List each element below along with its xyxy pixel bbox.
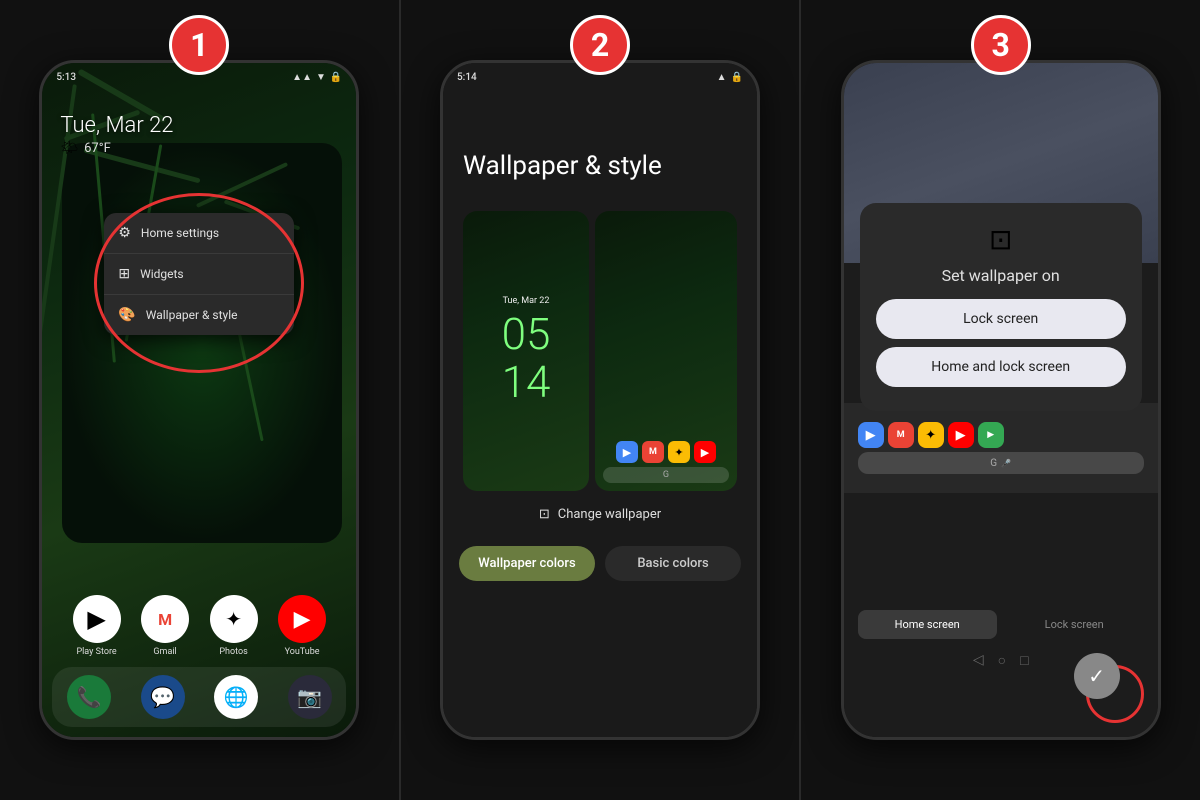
dock-chrome[interactable]: 🌐 — [214, 675, 258, 719]
mini-icon-3: ✦ — [668, 441, 690, 463]
tab-home-screen[interactable]: Home screen — [858, 610, 997, 639]
change-wallpaper-icon: ⊡ — [539, 507, 550, 522]
settings-icon: ⚙ — [118, 225, 131, 241]
dock-phone[interactable]: 📞 — [67, 675, 111, 719]
context-item-widgets[interactable]: ⊞ Widgets — [104, 254, 294, 295]
dialog-home-lock-btn[interactable]: Home and lock screen — [876, 347, 1126, 387]
app-youtube[interactable]: ▶ YouTube — [278, 595, 326, 657]
wallpaper-icon: 🎨 — [118, 307, 135, 323]
app-gmail-label: Gmail — [153, 647, 176, 657]
wallpaper-tabs: Wallpaper colors Basic colors — [443, 538, 757, 589]
preview-strip-content: ▶ M ✦ ▶ ▶ G 🎤 — [858, 422, 1144, 474]
phone1-background: 5:13 ▲▲ ▼ 🔒 Tue, Mar 22 🌤 67°F — [42, 63, 356, 737]
signal-icon: ▲▲ — [292, 72, 312, 83]
app-playstore[interactable]: ▶ Play Store — [73, 595, 121, 657]
nav-back[interactable]: ◁ — [973, 652, 984, 669]
context-home-settings-label: Home settings — [141, 226, 219, 240]
change-wallpaper-label: Change wallpaper — [558, 507, 661, 522]
step-badge-3: 3 — [971, 15, 1031, 75]
wallpaper-preview-home[interactable]: ▶ M ✦ ▶ G — [595, 211, 737, 491]
tab-lock-screen[interactable]: Lock screen — [1005, 610, 1144, 639]
mini-icon-1: ▶ — [616, 441, 638, 463]
preview-search-bar: G 🎤 — [858, 452, 1144, 474]
screen-tabs-container: Home screen Lock screen — [844, 592, 1158, 647]
lock-time-display: 05 14 — [502, 310, 551, 407]
status-time-1: 5:13 — [56, 72, 76, 83]
phone-frame-1: 5:13 ▲▲ ▼ 🔒 Tue, Mar 22 🌤 67°F — [39, 60, 359, 740]
wifi-icon: ▼ — [316, 72, 326, 83]
lock-date-mini: Tue, Mar 22 — [503, 296, 550, 306]
date-display: Tue, Mar 22 — [60, 113, 173, 138]
phone3-preview-strip: ▶ M ✦ ▶ ▶ G 🎤 — [844, 403, 1158, 493]
google-g-mini: G — [663, 470, 669, 480]
status-time-2: 5:14 — [457, 72, 477, 83]
dialog-lock-screen-btn[interactable]: Lock screen — [876, 299, 1126, 339]
context-wallpaper-label: Wallpaper & style — [146, 308, 238, 322]
confirm-circle-border: ✓ — [1086, 665, 1144, 723]
preview-icon-3: ✦ — [918, 422, 944, 448]
context-widgets-label: Widgets — [140, 267, 184, 281]
dock-messages[interactable]: 💬 — [141, 675, 185, 719]
mini-icon-2: M — [642, 441, 664, 463]
context-menu: ⚙ Home settings ⊞ Widgets 🎨 Wallpaper & … — [104, 213, 294, 335]
tab-wallpaper-colors[interactable]: Wallpaper colors — [459, 546, 595, 581]
app-photos-label: Photos — [219, 647, 247, 657]
dialog-title: Set wallpaper on — [876, 266, 1126, 285]
phone-frame-3: ⊡ Set wallpaper on Lock screen Home and … — [841, 60, 1161, 740]
battery-icon: 🔒 — [330, 72, 342, 83]
context-item-home-settings[interactable]: ⚙ Home settings — [104, 213, 294, 254]
nav-home[interactable]: ○ — [998, 652, 1006, 669]
preview-icon-5: ▶ — [978, 422, 1004, 448]
context-item-wallpaper[interactable]: 🎨 Wallpaper & style — [104, 295, 294, 335]
signal-icon-2: ▲ — [717, 72, 727, 83]
step-badge-1: 1 — [169, 15, 229, 75]
mic-icon: 🎤 — [1001, 459, 1011, 468]
weather-icon: 🌤 — [60, 140, 78, 156]
wallpaper-preview-lock[interactable]: Tue, Mar 22 05 14 — [463, 211, 589, 491]
wallpaper-style-title: Wallpaper & style — [443, 91, 757, 201]
battery-icon-2: 🔒 — [731, 72, 743, 83]
panel-2: 2 5:14 ▲ 🔒 Wallpaper & style Tue, Mar 22 — [401, 0, 802, 800]
mini-icon-4: ▶ — [694, 441, 716, 463]
g-icon: G — [990, 458, 997, 469]
preview-icon-2: M — [888, 422, 914, 448]
panel-1: 1 5:13 ▲ — [0, 0, 401, 800]
tab-basic-colors[interactable]: Basic colors — [605, 546, 741, 581]
dock-camera[interactable]: 📷 — [288, 675, 332, 719]
app-youtube-label: YouTube — [285, 647, 320, 657]
wallpaper-preview-container: Tue, Mar 22 05 14 ▶ M ✦ ▶ — [443, 211, 757, 491]
app-playstore-label: Play Store — [76, 647, 116, 657]
preview-mini-icons: ▶ M ✦ ▶ ▶ — [858, 422, 1144, 448]
status-icons-1: ▲▲ ▼ 🔒 — [292, 72, 342, 83]
preview-icon-1: ▶ — [858, 422, 884, 448]
panel-3: 3 ⊡ Set wallpaper on Lock screen Home an… — [801, 0, 1200, 800]
app-photos[interactable]: ✦ Photos — [210, 595, 258, 657]
preview-icon-4: ▶ — [948, 422, 974, 448]
screen-tabs: Home screen Lock screen — [844, 602, 1158, 647]
change-wallpaper-button[interactable]: ⊡ Change wallpaper — [443, 507, 757, 522]
widgets-icon: ⊞ — [118, 266, 130, 282]
weather-temp: 67°F — [84, 141, 111, 156]
phone2-background: 5:14 ▲ 🔒 Wallpaper & style Tue, Mar 22 0… — [443, 63, 757, 737]
phone3-background: ⊡ Set wallpaper on Lock screen Home and … — [844, 63, 1158, 737]
status-icons-2: ▲ 🔒 — [717, 72, 743, 83]
step-badge-2: 2 — [570, 15, 630, 75]
home-search-bar-mini: G — [603, 467, 729, 483]
app-icons-row: ▶ Play Store M Gmail ✦ Photos ▶ YouTube — [42, 595, 356, 657]
app-gmail[interactable]: M Gmail — [141, 595, 189, 657]
dialog-wallpaper-icon: ⊡ — [876, 223, 1126, 256]
confirm-check-button[interactable]: ✓ — [1074, 653, 1120, 699]
nav-recents[interactable]: □ — [1020, 652, 1028, 669]
tutorial-container: 1 5:13 ▲ — [0, 0, 1200, 800]
weather-row: 🌤 67°F — [60, 140, 173, 156]
phone-frame-2: 5:14 ▲ 🔒 Wallpaper & style Tue, Mar 22 0… — [440, 60, 760, 740]
confirm-button-container: ✓ — [1086, 665, 1144, 723]
dock-bar: 📞 💬 🌐 📷 — [52, 667, 346, 727]
set-wallpaper-dialog: ⊡ Set wallpaper on Lock screen Home and … — [860, 203, 1142, 411]
home-preview-icons: ▶ M ✦ ▶ — [603, 441, 729, 463]
